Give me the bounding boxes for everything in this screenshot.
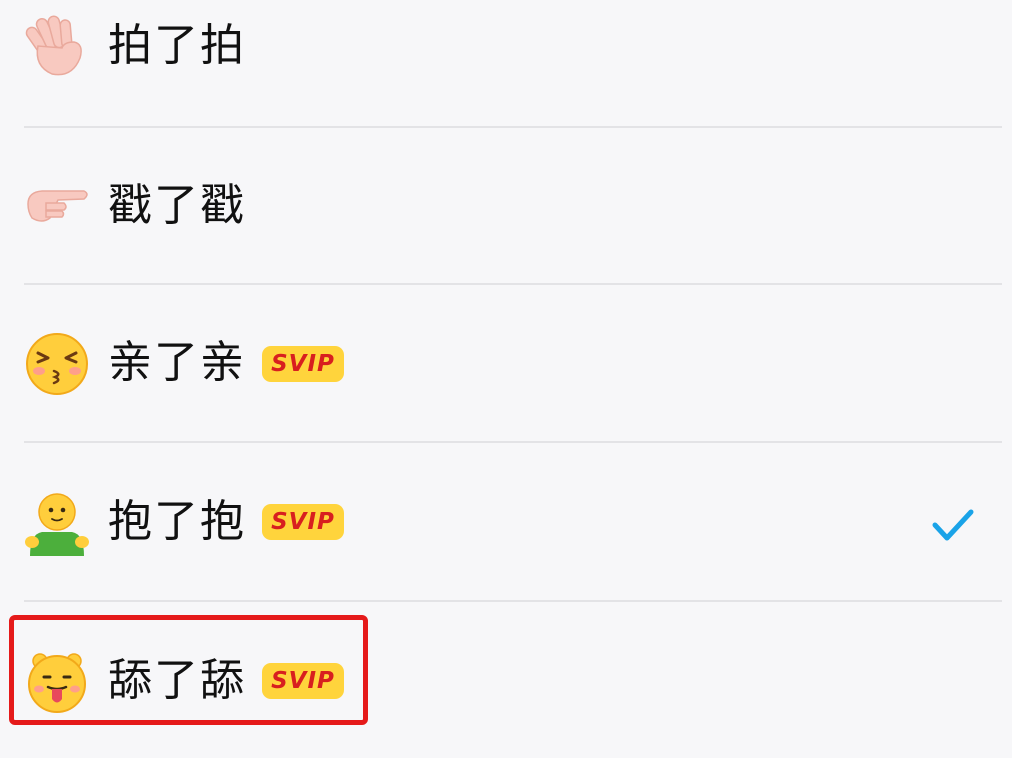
option-label: 亲了亲: [108, 337, 246, 388]
option-label: 抱了抱: [108, 496, 246, 547]
option-kiss[interactable]: 亲了亲 SVIP: [0, 285, 1012, 441]
svip-badge: SVIP: [262, 504, 344, 540]
checkmark-icon: [932, 509, 974, 541]
svip-badge: SVIP: [262, 346, 344, 382]
option-poke[interactable]: 戳了戳: [0, 128, 1012, 284]
option-hug[interactable]: 抱了抱 SVIP: [0, 443, 1012, 599]
wave-hand-icon: [24, 14, 90, 80]
option-label: 拍了拍: [108, 20, 246, 71]
kiss-face-icon: [24, 331, 90, 397]
highlight-box: [9, 615, 368, 725]
action-options-list: 拍了拍 戳了戳 亲了亲 SVIP 抱了抱 SVIP 舔了舔 SVIP: [0, 0, 1012, 738]
pointing-finger-icon: [24, 174, 90, 240]
option-label: 戳了戳: [108, 180, 246, 231]
hug-person-icon: [24, 490, 90, 556]
